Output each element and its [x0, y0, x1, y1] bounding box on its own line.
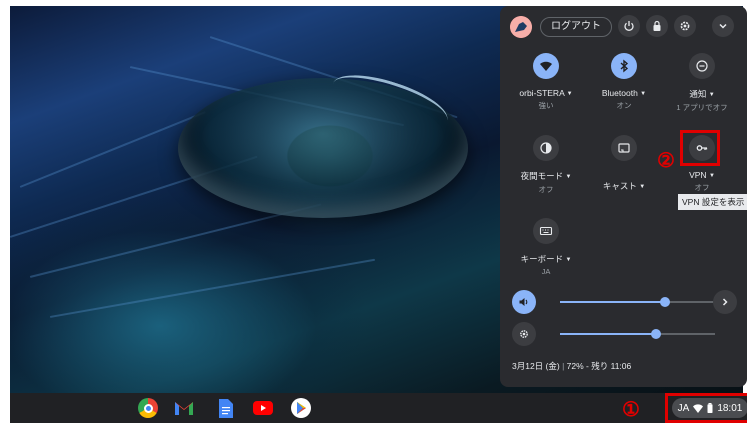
date-battery-info: 3月12日 (金) | 72% - 残り 11:06	[512, 361, 632, 371]
settings-button[interactable]	[674, 15, 696, 37]
cast-icon[interactable]	[611, 135, 637, 161]
tile-keyboard[interactable]: キーボード ▼ JA	[506, 218, 586, 276]
ime-indicator: JA	[677, 402, 690, 414]
lock-button[interactable]	[646, 15, 668, 37]
clock: 18:01	[717, 402, 743, 414]
tile-bluetooth[interactable]: Bluetooth ▼ オン	[584, 53, 664, 111]
tile-wifi[interactable]: orbi-STERA ▼ 強い	[506, 53, 586, 111]
wifi-icon[interactable]	[533, 53, 559, 79]
status-area-highlight: JA 18:01	[665, 393, 747, 423]
notification-icon[interactable]	[689, 53, 715, 79]
marker-two: ②	[657, 148, 675, 172]
wifi-icon	[693, 403, 704, 413]
tile-night-light[interactable]: 夜間モード ▼ オフ	[506, 135, 586, 195]
volume-mute-button[interactable]	[512, 290, 536, 314]
lock-icon	[653, 20, 661, 31]
power-icon	[624, 21, 634, 31]
date-label[interactable]: 3月12日 (金)	[512, 361, 560, 371]
marker-one: ①	[622, 397, 640, 421]
battery-label: 72% - 残り 11:06	[566, 361, 632, 371]
vpn-tooltip: VPN 設定を表示	[678, 194, 747, 210]
keyboard-icon[interactable]	[533, 218, 559, 244]
volume-slider[interactable]	[560, 297, 715, 307]
docs-icon[interactable]	[216, 398, 236, 418]
brightness-slider[interactable]	[560, 329, 715, 339]
user-avatar[interactable]	[510, 16, 532, 38]
play-store-icon[interactable]	[291, 398, 311, 418]
chevron-right-icon	[722, 298, 728, 306]
quick-settings-header: ログアウト	[510, 12, 741, 40]
battery-icon	[707, 403, 713, 413]
power-button[interactable]	[618, 15, 640, 37]
gmail-icon[interactable]	[174, 398, 194, 418]
chrome-icon[interactable]	[138, 398, 158, 418]
tile-cast[interactable]: キャスト ▼	[584, 135, 664, 192]
vpn-highlight-box	[680, 130, 720, 166]
volume-slider-handle[interactable]	[660, 297, 671, 307]
brightness-row	[512, 322, 737, 346]
chevron-down-icon	[719, 23, 727, 29]
volume-row	[512, 290, 737, 314]
bluetooth-icon[interactable]	[611, 53, 637, 79]
audio-settings-button[interactable]	[713, 290, 737, 314]
logout-button[interactable]: ログアウト	[540, 17, 612, 37]
youtube-icon[interactable]	[253, 398, 273, 418]
gear-icon	[680, 21, 690, 31]
brightness-slider-handle[interactable]	[651, 329, 662, 339]
collapse-button[interactable]	[712, 15, 734, 37]
tile-notifications[interactable]: 通知 ▼ 1 アプリでオフ	[662, 53, 742, 113]
night-light-icon[interactable]	[533, 135, 559, 161]
status-tray[interactable]: JA 18:01	[671, 398, 747, 418]
brightness-button	[512, 322, 536, 346]
speaker-icon	[519, 298, 528, 306]
brightness-icon	[520, 330, 528, 338]
